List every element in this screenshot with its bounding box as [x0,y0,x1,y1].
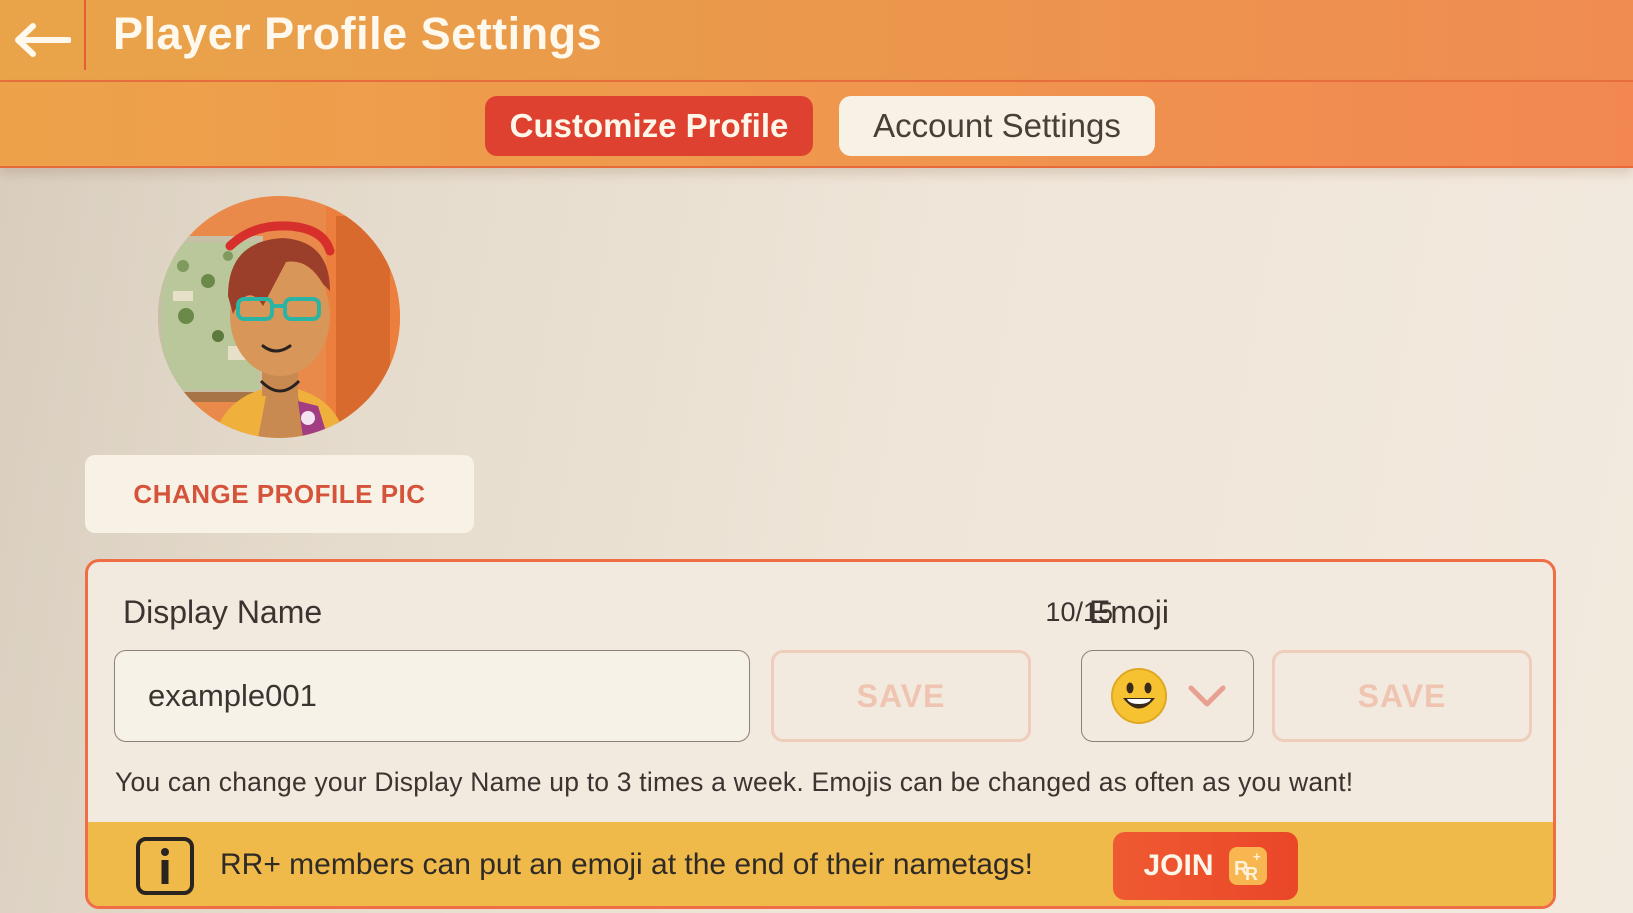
back-button[interactable] [0,0,84,80]
info-icon [136,837,194,895]
help-text: You can change your Display Name up to 3… [115,767,1354,797]
tab-account-settings[interactable]: Account Settings [839,96,1155,156]
display-name-card: Display Name 10/15 Emoji example001 SAVE… [85,559,1556,909]
tab-bar: Customize Profile Account Settings [0,82,1633,168]
svg-text:+: + [1253,849,1261,864]
svg-text:R: R [1245,864,1258,884]
join-button[interactable]: JOIN R R + [1113,832,1298,900]
join-label: JOIN [1143,849,1214,882]
emoji-label: Emoji [1089,594,1170,630]
arrow-left-icon [15,23,71,57]
display-name-input[interactable]: example001 [114,650,750,742]
chevron-down-icon [1188,685,1226,707]
promo-text: RR+ members can put an emoji at the end … [220,848,1033,881]
save-display-name-button[interactable]: SAVE [771,650,1031,742]
rr-plus-promo-banner: RR+ members can put an emoji at the end … [88,822,1553,906]
header-divider [84,0,86,70]
rr-plus-badge-icon: R R + [1228,847,1267,885]
profile-avatar [158,196,400,438]
tab-customize-profile[interactable]: Customize Profile [485,96,813,156]
top-header: Player Profile Settings [0,0,1633,82]
save-emoji-button[interactable]: SAVE [1272,650,1532,742]
display-name-value: example001 [148,678,317,713]
page-title: Player Profile Settings [113,8,603,59]
emoji-dropdown[interactable] [1081,650,1254,742]
display-name-label: Display Name [123,594,323,630]
grinning-face-emoji [1111,668,1167,724]
change-profile-pic-button[interactable]: CHANGE PROFILE PIC [85,455,474,533]
